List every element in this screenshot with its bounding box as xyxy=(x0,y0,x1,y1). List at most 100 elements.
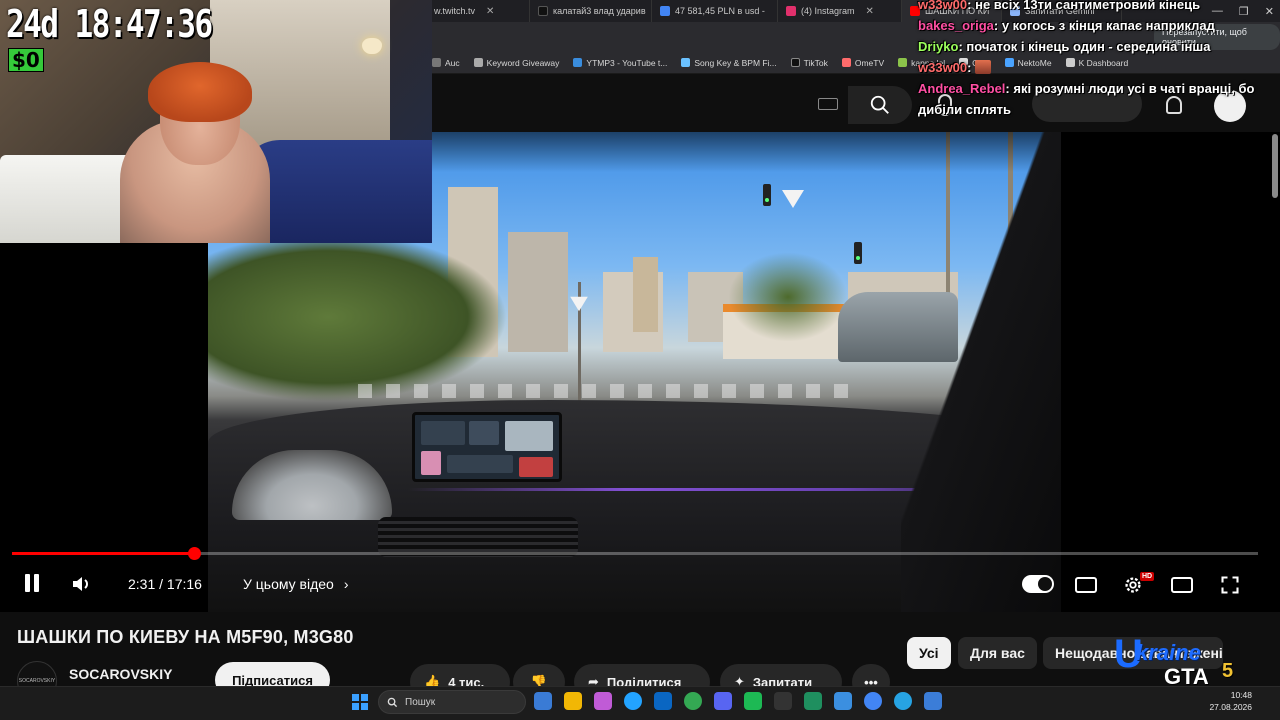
volume-button[interactable] xyxy=(70,572,94,596)
logo-text-ukraine: kraine xyxy=(1136,640,1201,665)
instagram-icon xyxy=(786,6,796,16)
theater-mode-icon[interactable] xyxy=(1171,577,1193,593)
traffic-light-icon xyxy=(854,242,862,264)
taskbar-app-icon[interactable] xyxy=(594,692,612,710)
tab-currency[interactable]: 47 581,45 PLN в usd - ✕ xyxy=(652,0,778,22)
traffic-light-icon xyxy=(763,184,771,206)
tab-instagram[interactable]: (4) Instagram ✕ xyxy=(778,0,902,22)
screen-panel xyxy=(421,451,441,475)
bookmark-song-key[interactable]: Song Key & BPM Fi... xyxy=(681,57,777,68)
taskbar-app-icon[interactable] xyxy=(924,692,942,710)
taskbar-app-icon[interactable] xyxy=(744,692,762,710)
emote-icon xyxy=(975,60,992,74)
taskbar-app-icon[interactable] xyxy=(894,692,912,710)
building xyxy=(633,257,658,332)
chat-username: w33w00 xyxy=(918,0,968,12)
tab-search[interactable]: калатай3 влад ударив ✕ xyxy=(530,0,652,22)
taskbar-app-icon[interactable] xyxy=(714,692,732,710)
chat-username: Driyko xyxy=(918,39,959,54)
chip-for-you[interactable]: Для вас xyxy=(958,637,1037,669)
search-icon xyxy=(870,95,889,114)
bookmark-icon xyxy=(473,58,483,67)
taskbar-app-icon[interactable] xyxy=(684,692,702,710)
webcam-person-hair xyxy=(148,62,252,122)
bookmark-icon xyxy=(432,58,441,67)
clock-time: 10:48 xyxy=(1230,690,1252,700)
trees xyxy=(728,252,848,342)
system-clock[interactable]: 10:48 27.08.2026 xyxy=(1208,689,1252,713)
chat-overlay: w33w00: не всіх 13ти сантиметровий кінец… xyxy=(918,0,1280,120)
search-button[interactable] xyxy=(848,86,912,124)
bookmark-ytmp3[interactable]: YTMP3 - YouTube t... xyxy=(573,58,667,68)
taskbar-search[interactable]: Пошук xyxy=(378,690,526,714)
logo-text-five: 5 xyxy=(1222,660,1234,682)
tab-label: 47 581,45 PLN в usd - xyxy=(675,6,765,16)
chat-message: w33w00: xyxy=(918,57,1280,78)
stream-timer: 24d 18:47:36 xyxy=(6,2,213,46)
fullscreen-button[interactable] xyxy=(1219,574,1241,596)
streamer-webcam: 24d 18:47:36 $0 xyxy=(0,0,432,243)
progress-bar[interactable] xyxy=(12,547,1258,560)
taskbar-search-placeholder: Пошук xyxy=(405,696,436,708)
taskbar-app-icon[interactable] xyxy=(624,692,642,710)
chapters-button[interactable]: У цьому відео › xyxy=(243,576,349,592)
bookmark-tiktok[interactable]: TikTok xyxy=(790,58,828,68)
autoplay-toggle[interactable] xyxy=(1022,575,1054,593)
time-display: 2:31 / 17:16 xyxy=(128,576,202,592)
bookmark-keyword-giveaway[interactable]: Keyword Giveaway xyxy=(473,57,560,68)
chat-text: початок і кінець один - середина інша xyxy=(966,39,1211,54)
taskbar-app-icon[interactable] xyxy=(534,692,552,710)
trees xyxy=(208,232,508,402)
hd-badge: HD xyxy=(1140,572,1155,581)
channel-name[interactable]: SOCAROVSKIY xyxy=(69,666,172,682)
bookmark-label: OmeTV xyxy=(854,57,885,68)
progress-scrubber[interactable] xyxy=(187,547,201,560)
bookmark-auc[interactable]: Auc xyxy=(432,58,460,68)
building xyxy=(508,232,568,352)
chat-username: bakes_origa xyxy=(918,18,994,33)
air-vent xyxy=(378,517,578,557)
clock-date: 27.08.2026 xyxy=(1209,702,1252,712)
a-pillar xyxy=(901,132,1061,612)
page-scrollbar[interactable] xyxy=(1272,134,1278,198)
taskbar-app-icon[interactable] xyxy=(834,692,852,710)
bookmark-label: Song Key & BPM Fi... xyxy=(694,57,777,68)
screen-panel xyxy=(519,457,553,477)
taskbar-app-icon[interactable] xyxy=(774,692,792,710)
bookmark-label: YTMP3 - YouTube t... xyxy=(586,57,668,68)
tab-label: (4) Instagram xyxy=(801,6,855,16)
taskbar-app-icon[interactable] xyxy=(564,692,582,710)
bookmark-label: Keyword Giveaway xyxy=(486,57,560,68)
chevron-right-icon: › xyxy=(343,576,349,592)
webcam-shopping-bag xyxy=(0,155,135,243)
close-icon[interactable]: ✕ xyxy=(866,6,874,17)
bookmark-icon xyxy=(573,58,583,67)
yield-sign-icon xyxy=(782,190,804,208)
taskbar-app-icon[interactable] xyxy=(804,692,822,710)
webcam-lamp xyxy=(362,38,382,54)
taskbar-app-icon[interactable] xyxy=(864,692,882,710)
bookmark-label: Auc xyxy=(445,57,460,68)
crosswalk xyxy=(358,384,858,398)
taskbar-app-icon[interactable] xyxy=(654,692,672,710)
chat-username: w33w00 xyxy=(918,60,968,75)
google-icon xyxy=(660,6,670,16)
pause-button[interactable] xyxy=(22,572,42,596)
bookmark-icon xyxy=(841,58,851,67)
bookmark-icon xyxy=(790,58,800,67)
chip-all[interactable]: Усі xyxy=(907,637,951,669)
tab-label: w.twitch.tv xyxy=(434,6,476,16)
close-icon[interactable]: ✕ xyxy=(486,6,494,17)
subtitles-icon[interactable] xyxy=(1075,577,1097,593)
bookmark-icon xyxy=(681,58,691,67)
chat-text: не всіх 13ти сантиметровий кінець xyxy=(975,0,1201,12)
bookmark-ometv[interactable]: OmeTV xyxy=(841,57,885,68)
yield-sign-icon xyxy=(570,296,588,312)
keyboard-icon[interactable] xyxy=(818,98,838,110)
search-icon xyxy=(387,697,398,707)
windows-start-icon[interactable] xyxy=(352,694,368,710)
chat-username: Andrea_Rebel xyxy=(918,81,1006,96)
fullscreen-icon xyxy=(1221,576,1239,594)
screen: w.twitch.tv ✕ калатай3 влад ударив ✕ 47 … xyxy=(0,0,1280,720)
screen-panel xyxy=(421,421,465,445)
